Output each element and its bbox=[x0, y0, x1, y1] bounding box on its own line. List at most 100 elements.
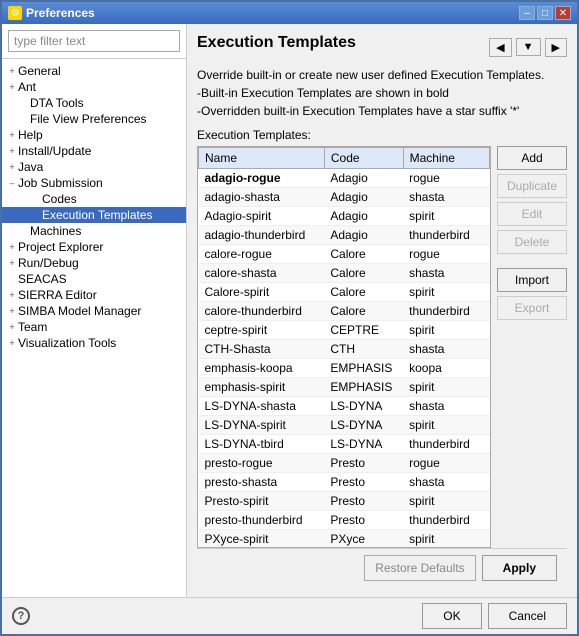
col-header-name: Name bbox=[199, 148, 325, 169]
sidebar-item-visualization[interactable]: + Visualization Tools bbox=[2, 335, 186, 351]
sidebar-item-seacas[interactable]: SEACAS bbox=[2, 271, 186, 287]
cell-name: emphasis-koopa bbox=[199, 359, 325, 378]
minimize-button[interactable]: – bbox=[519, 6, 535, 20]
sidebar-item-label: Java bbox=[18, 160, 43, 174]
sidebar-item-machines[interactable]: Machines bbox=[2, 223, 186, 239]
restore-defaults-button[interactable]: Restore Defaults bbox=[364, 555, 475, 581]
cell-code: LS-DYNA bbox=[324, 416, 403, 435]
cancel-button[interactable]: Cancel bbox=[488, 603, 567, 629]
cell-name: Calore-spirit bbox=[199, 283, 325, 302]
table-row[interactable]: presto-thunderbirdPrestothunderbird bbox=[199, 511, 490, 530]
cell-name: PXyce-spirit bbox=[199, 530, 325, 549]
cell-code: Presto bbox=[324, 454, 403, 473]
sidebar-item-team[interactable]: + Team bbox=[2, 319, 186, 335]
expand-icon bbox=[18, 225, 30, 237]
sidebar-item-exec-templates[interactable]: Execution Templates bbox=[2, 207, 186, 223]
sidebar-item-run-debug[interactable]: + Run/Debug bbox=[2, 255, 186, 271]
preferences-icon: ⚙ bbox=[8, 6, 22, 20]
table-row[interactable]: CTH-ShastaCTHshasta bbox=[199, 340, 490, 359]
search-input[interactable] bbox=[8, 30, 180, 52]
cell-code: EMPHASIS bbox=[324, 359, 403, 378]
cell-code: Adagio bbox=[324, 169, 403, 188]
edit-button[interactable]: Edit bbox=[497, 202, 567, 226]
table-row[interactable]: presto-shastaPrestoshasta bbox=[199, 473, 490, 492]
table-row[interactable]: calore-shastaCaloreshasta bbox=[199, 264, 490, 283]
desc-line2: -Built-in Execution Templates are shown … bbox=[197, 84, 567, 102]
cell-code: EMPHASIS bbox=[324, 378, 403, 397]
table-row[interactable]: adagio-thunderbirdAdagiothunderbird bbox=[199, 226, 490, 245]
cell-code: Calore bbox=[324, 264, 403, 283]
history-dropdown-button[interactable]: ▼ bbox=[516, 38, 541, 56]
expand-icon bbox=[30, 193, 42, 205]
sidebar-item-label: Execution Templates bbox=[42, 208, 153, 222]
table-row[interactable]: emphasis-koopaEMPHASISkoopa bbox=[199, 359, 490, 378]
table-container[interactable]: Name Code Machine adagio-rogueAdagiorogu… bbox=[197, 146, 491, 548]
export-button[interactable]: Export bbox=[497, 296, 567, 320]
table-row[interactable]: LS-DYNA-shastaLS-DYNAshasta bbox=[199, 397, 490, 416]
cell-code: CTH bbox=[324, 340, 403, 359]
section-title: Execution Templates bbox=[197, 34, 356, 52]
close-button[interactable]: ✕ bbox=[555, 6, 571, 20]
table-row[interactable]: Adagio-spiritAdagiospirit bbox=[199, 207, 490, 226]
cell-machine: shasta bbox=[403, 340, 489, 359]
cell-name: adagio-rogue bbox=[199, 169, 325, 188]
expand-icon: + bbox=[6, 129, 18, 141]
table-row[interactable]: emphasis-spiritEMPHASISspirit bbox=[199, 378, 490, 397]
right-panel: Execution Templates ◀ ▼ ▶ Override built… bbox=[187, 24, 577, 597]
sidebar-item-help[interactable]: + Help bbox=[2, 127, 186, 143]
nav-section: ◀ ▼ ▶ bbox=[489, 38, 567, 57]
expand-icon: – bbox=[6, 177, 18, 189]
add-button[interactable]: Add bbox=[497, 146, 567, 170]
sidebar-item-project-explorer[interactable]: + Project Explorer bbox=[2, 239, 186, 255]
sidebar-item-ant[interactable]: + Ant bbox=[2, 79, 186, 95]
table-row[interactable]: LS-DYNA-tbirdLS-DYNAthunderbird bbox=[199, 435, 490, 454]
apply-button[interactable]: Apply bbox=[482, 555, 557, 581]
sidebar-item-sierra-editor[interactable]: + SIERRA Editor bbox=[2, 287, 186, 303]
sidebar-item-label: SEACAS bbox=[18, 272, 67, 286]
import-button[interactable]: Import bbox=[497, 268, 567, 292]
table-row[interactable]: LS-DYNA-spiritLS-DYNAspirit bbox=[199, 416, 490, 435]
cell-code: Presto bbox=[324, 473, 403, 492]
table-row[interactable]: ceptre-spiritCEPTREspirit bbox=[199, 321, 490, 340]
cell-machine: thunderbird bbox=[403, 226, 489, 245]
table-row[interactable]: presto-roguePrestorogue bbox=[199, 454, 490, 473]
cell-name: LS-DYNA-spirit bbox=[199, 416, 325, 435]
sidebar-item-file-view[interactable]: File View Preferences bbox=[2, 111, 186, 127]
sidebar-item-simba[interactable]: + SIMBA Model Manager bbox=[2, 303, 186, 319]
expand-icon: + bbox=[6, 161, 18, 173]
table-row[interactable]: adagio-shastaAdagioshasta bbox=[199, 188, 490, 207]
footer-bar: ? OK Cancel bbox=[2, 597, 577, 634]
sidebar-item-install[interactable]: + Install/Update bbox=[2, 143, 186, 159]
back-button[interactable]: ◀ bbox=[489, 38, 511, 57]
sidebar-item-label: SIERRA Editor bbox=[18, 288, 97, 302]
table-row[interactable]: Presto-spiritPrestospirit bbox=[199, 492, 490, 511]
delete-button[interactable]: Delete bbox=[497, 230, 567, 254]
cell-machine: shasta bbox=[403, 397, 489, 416]
expand-icon: + bbox=[6, 321, 18, 333]
table-row[interactable]: calore-rogueCalorerogue bbox=[199, 245, 490, 264]
forward-button[interactable]: ▶ bbox=[545, 38, 567, 57]
filter-box bbox=[2, 24, 186, 59]
sidebar-item-codes[interactable]: Codes bbox=[2, 191, 186, 207]
ok-button[interactable]: OK bbox=[422, 603, 481, 629]
side-buttons: Add Duplicate Edit Delete Import Export bbox=[497, 146, 567, 548]
expand-icon bbox=[18, 113, 30, 125]
maximize-button[interactable]: □ bbox=[537, 6, 553, 20]
sidebar-item-general[interactable]: + General bbox=[2, 63, 186, 79]
table-row[interactable]: calore-thunderbirdCalorethunderbird bbox=[199, 302, 490, 321]
exec-table: Name Code Machine adagio-rogueAdagiorogu… bbox=[198, 147, 490, 548]
cell-machine: rogue bbox=[403, 245, 489, 264]
cell-name: LS-DYNA-shasta bbox=[199, 397, 325, 416]
cell-machine: spirit bbox=[403, 321, 489, 340]
sidebar-item-job-submission[interactable]: – Job Submission bbox=[2, 175, 186, 191]
expand-icon bbox=[18, 97, 30, 109]
table-row[interactable]: PXyce-spiritPXycespirit bbox=[199, 530, 490, 549]
duplicate-button[interactable]: Duplicate bbox=[497, 174, 567, 198]
sidebar-item-java[interactable]: + Java bbox=[2, 159, 186, 175]
cell-code: Adagio bbox=[324, 207, 403, 226]
help-icon[interactable]: ? bbox=[12, 607, 30, 625]
cell-name: presto-thunderbird bbox=[199, 511, 325, 530]
table-row[interactable]: Calore-spiritCalorespirit bbox=[199, 283, 490, 302]
table-row[interactable]: adagio-rogueAdagiorogue bbox=[199, 169, 490, 188]
sidebar-item-dta-tools[interactable]: DTA Tools bbox=[2, 95, 186, 111]
